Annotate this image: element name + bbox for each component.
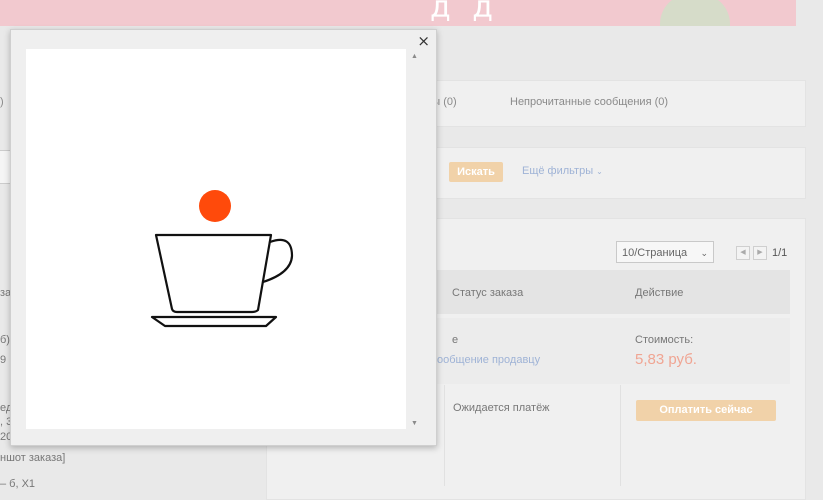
screenshot-link[interactable]: ншот заказа]: [0, 452, 65, 464]
column-divider: [444, 385, 445, 486]
scroll-down-arrow[interactable]: ▼: [411, 420, 418, 427]
contact-seller-link[interactable]: ообщение продавцу: [437, 354, 540, 366]
more-filters-label: Ещё фильтры: [522, 165, 594, 177]
chevron-down-icon: ⌄: [700, 248, 708, 258]
pay-now-button[interactable]: Оплатить сейчас: [636, 400, 776, 421]
cup-body: [154, 233, 273, 314]
per-page-value: 10/Страница: [622, 247, 688, 259]
preview-image-area: [26, 49, 406, 429]
row-text-fragment: е: [452, 334, 459, 346]
image-preview-modal: × ▲ ▼: [10, 29, 437, 446]
scroll-up-arrow[interactable]: ▲: [411, 53, 418, 60]
left-text-fragment: б): [0, 334, 10, 346]
tab-unread-messages[interactable]: Непрочитанные сообщения (0): [510, 96, 668, 108]
coffee-cup-icon: [150, 190, 294, 328]
cost-label: Стоимость:: [635, 334, 694, 346]
page-indicator: 1/1: [772, 247, 788, 259]
left-text-fragment: – б, Х1: [0, 478, 36, 490]
tab-fragment-left[interactable]: ): [0, 96, 4, 108]
column-header-action: Действие: [635, 287, 684, 299]
column-header-status: Статус заказа: [452, 287, 524, 299]
chevron-down-icon: ⌄: [596, 167, 603, 176]
close-icon[interactable]: ×: [417, 34, 430, 49]
prev-page-button[interactable]: ◀: [736, 246, 750, 260]
promo-banner[interactable]: д д: [0, 0, 796, 26]
more-filters-link[interactable]: Ещё фильтры ⌄: [522, 165, 603, 177]
next-page-button[interactable]: ▶: [753, 246, 767, 260]
saucer: [150, 315, 278, 328]
modal-scrollbar[interactable]: ▲ ▼: [408, 49, 422, 429]
orange-dot: [199, 190, 231, 222]
column-divider: [620, 385, 621, 486]
banner-image: [660, 0, 730, 26]
banner-text: д д: [430, 0, 500, 25]
search-button[interactable]: Искать: [449, 162, 503, 182]
order-cost-value: 5,83 руб.: [635, 351, 697, 368]
order-status: Ожидается платёж: [453, 402, 550, 414]
per-page-select[interactable]: 10/Страница ⌄: [616, 241, 714, 263]
